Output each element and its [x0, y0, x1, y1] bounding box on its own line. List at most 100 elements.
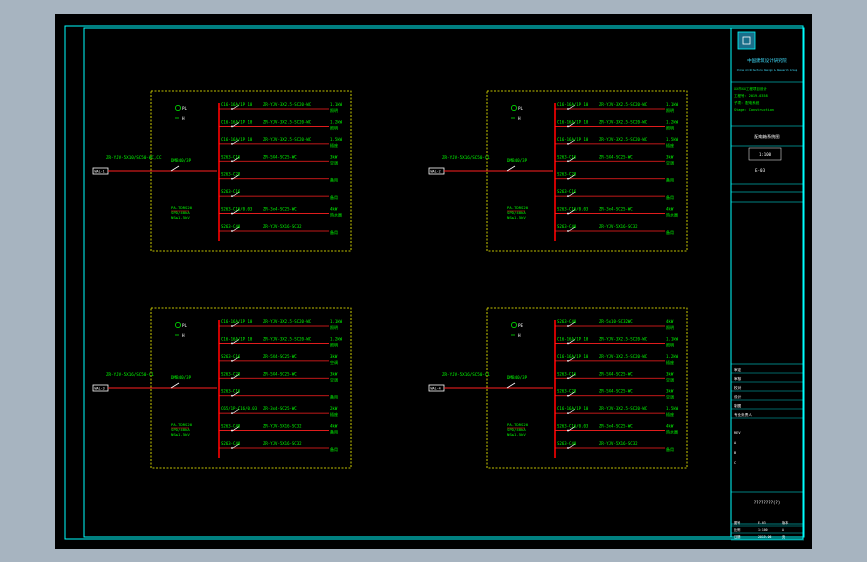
- branch-breaker-contact: [567, 160, 569, 163]
- source-tag: WAL-3: [95, 387, 105, 391]
- branch-tag-label: 备用: [330, 194, 338, 200]
- branch-breaker-contact: [567, 325, 569, 327]
- source-tag: WAL-4: [431, 387, 441, 391]
- branch-breaker-contact: [231, 142, 233, 145]
- branch-load-label: 1.1kW: [330, 102, 343, 107]
- branch-tag-label: 空调: [330, 159, 338, 165]
- branch-tag-label: 空调: [666, 159, 674, 165]
- branch-breaker-label: C16-16A/1P 10: [557, 137, 589, 142]
- branch-breaker-contact: [231, 447, 233, 449]
- branch-breaker-label: C16-16A/1P 10: [221, 119, 253, 124]
- branch-breaker-contact: [567, 377, 569, 380]
- branch-breaker-label: C16-16A/1P 10: [221, 137, 253, 142]
- indicator-lamp: [511, 105, 517, 111]
- branch-tag-label: 备用: [666, 194, 674, 200]
- branch-breaker-contact: [567, 447, 569, 449]
- revision-row: B: [734, 451, 736, 455]
- branch-breaker-label: C16-16A/1P 10: [221, 102, 253, 107]
- branch-load-label: 3kW: [666, 154, 674, 159]
- spd-label: NS≤1.5kV: [171, 432, 190, 437]
- branch-cable-label: ZR-YJV-5X16-SC32: [599, 441, 638, 446]
- indicator-pl-label: PL: [182, 106, 188, 111]
- bottom-code: ????????(?): [754, 500, 781, 505]
- branch-breaker-label: S263-C16/0.03: [557, 207, 589, 212]
- branch-load-label: 3kW: [330, 154, 338, 159]
- indicator-lamp: [175, 322, 181, 328]
- branch-tag-label: 备用: [330, 229, 338, 235]
- branch-breaker-label: S263-C16: [557, 189, 577, 194]
- spd-label: NS≤1.5kV: [171, 215, 190, 220]
- incoming-breaker-label: DMB40/3P: [171, 375, 192, 380]
- branch-cable-label: ZR-YJV-3X2.5-SC20-WC: [263, 102, 312, 107]
- branch-breaker-label: S263-C40: [221, 441, 241, 446]
- branch-breaker-label: C16-16A/1P 10: [221, 319, 253, 324]
- incoming-cable-label: ZR-YJV-5X10/SC50-WC,CC: [106, 155, 162, 160]
- branch-cable-label: ZR-3x4-SC25-WC: [263, 207, 297, 212]
- branch-tag-label: 备用: [666, 177, 674, 183]
- branch-breaker-contact: [567, 108, 569, 110]
- branch-breaker-contact: [231, 342, 233, 345]
- spd-label: NS≤1.5kV: [507, 432, 526, 437]
- branch-tag-label: 热水器: [666, 429, 678, 435]
- branch-load-label: 1.1kW: [330, 319, 343, 324]
- incoming-cable-label: ZR-YJV-5X16/SC50-C1: [442, 372, 490, 377]
- branch-tag-label: 空调: [666, 394, 674, 400]
- signoff-label: 审核: [734, 376, 742, 381]
- branch-tag-label: 备用: [330, 177, 338, 183]
- branch-tag-label: 照明: [666, 108, 674, 113]
- branch-tag-label: 备用: [666, 229, 674, 235]
- branch-breaker-label: S263-C40: [221, 424, 241, 429]
- branch-breaker-label: S263-C40: [221, 224, 241, 229]
- bottom-cell: E-03: [758, 521, 766, 525]
- signoff-label: 制图: [734, 403, 742, 408]
- branch-load-label: 4kW: [666, 207, 674, 212]
- branch-cable-label: ZR-5X4-SC25-WC: [263, 354, 297, 359]
- branch-tag-label: 备用: [330, 429, 338, 435]
- branch-tag-label: 备用: [666, 446, 674, 452]
- branch-cable-label: ZR-YJV-3X2.5-SC20-WC: [599, 137, 648, 142]
- branch-breaker-label: S263-C16: [221, 354, 241, 359]
- branch-tag-label: 照明: [330, 108, 338, 113]
- branch-cable-label: ZR-YJV-5X16-SC32: [599, 224, 638, 229]
- branch-breaker-label: S263-C16: [221, 154, 241, 159]
- branch-tag-label: 照明: [666, 325, 674, 330]
- project-line: 子项: 配电系统: [734, 100, 760, 105]
- revision-row: A: [734, 441, 737, 445]
- branch-tag-label: 空调: [330, 376, 338, 382]
- branch-cable-label: ZR-5x10-SC32WC: [599, 319, 633, 324]
- branch-load-label: 2kW: [330, 406, 338, 411]
- branch-breaker-contact: [567, 125, 569, 128]
- main-breaker-switch: [170, 165, 180, 172]
- branch-breaker-contact: [567, 212, 569, 215]
- branch-load-label: 1.5kW: [330, 137, 343, 142]
- branch-cable-label: ZR-5X4-SC25-WC: [263, 371, 297, 376]
- branch-cable-label: ZR-5X4-SC25-WC: [599, 389, 633, 394]
- branch-tag-label: 备用: [330, 394, 338, 400]
- branch-load-label: 1.2kW: [330, 119, 343, 124]
- branch-breaker-label: C16-16A/1P 10: [557, 354, 589, 359]
- branch-load-label: 4kW: [666, 424, 674, 429]
- indicator-h-label: H: [518, 333, 521, 338]
- branch-cable-label: ZR-5X4-SC25-WC: [599, 371, 633, 376]
- signoff-label: 专业负责人: [734, 412, 752, 417]
- branch-tag-label: 备用: [330, 446, 338, 452]
- branch-cable-label: ZR-YJV-3X2.5-SC20-WC: [599, 119, 648, 124]
- incoming-cable-label: ZR-YJV-5X16/SC50-C1: [442, 155, 490, 160]
- branch-load-label: 4kW: [330, 424, 338, 429]
- branch-cable-label: ZR-5X4-SC25-WC: [599, 154, 633, 159]
- incoming-breaker-label: DMB40/3P: [507, 375, 528, 380]
- incoming-cable-label: ZR-YJV-5X16/SC50-C1: [106, 372, 154, 377]
- indicator-pl-label: PL: [182, 323, 188, 328]
- branch-tag-label: 热水器: [330, 212, 342, 218]
- main-breaker-switch: [506, 382, 516, 389]
- sheet-number: E-03: [755, 168, 766, 173]
- panel-3: WAL-3ZR-YJV-5X16/SC50-C1DMB40/3PPLHPA-TD…: [92, 307, 352, 469]
- branch-tag-label: 照明: [330, 125, 338, 130]
- branch-breaker-label: S263-C40: [557, 319, 577, 324]
- indicator-pl-label: PL: [518, 106, 524, 111]
- branch-cable-label: ZR-YJV-3X2.5-SC20-WC: [263, 137, 312, 142]
- branch-cable-label: ZR-YJV-3X2.5-SC20-WC: [263, 336, 312, 341]
- branch-breaker-contact: [231, 160, 233, 163]
- project-line: Stage: Construction: [734, 108, 774, 112]
- branch-breaker-label: S263-C40: [557, 224, 577, 229]
